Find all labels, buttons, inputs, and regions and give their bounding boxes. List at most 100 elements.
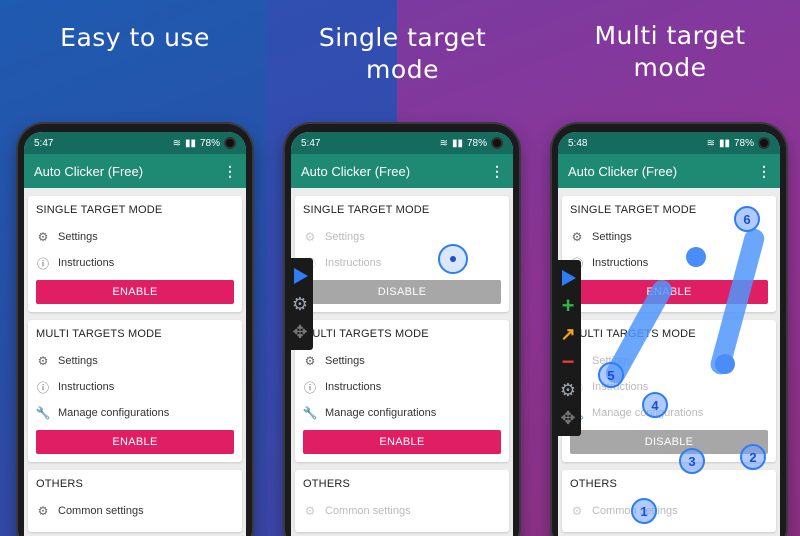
settings-row[interactable]: ⚙ Settings — [36, 224, 234, 250]
wifi-icon: ≋ — [706, 137, 715, 149]
remove-target-button[interactable]: − — [555, 348, 581, 376]
common-settings-row[interactable]: ⚙ Common settings — [570, 498, 768, 524]
status-bar: 5:48 ≋ ▮▮ 78% — [558, 132, 780, 154]
click-target[interactable]: 1 — [631, 498, 657, 524]
click-target[interactable]: 6 — [734, 206, 760, 232]
card-title: OTHERS — [36, 478, 84, 490]
disable-button[interactable]: DISABLE — [570, 430, 768, 454]
status-bar: 5:47 ≋ ▮▮ 78% — [291, 132, 513, 154]
click-target[interactable] — [438, 244, 468, 274]
click-target[interactable]: 4 — [642, 392, 668, 418]
enable-button[interactable]: ENABLE — [36, 430, 234, 454]
overflow-menu-icon[interactable]: ⋮ — [757, 163, 771, 180]
caption-easy-to-use: Easy to use — [20, 22, 250, 54]
floating-control-bar: ⚙ ✥ — [287, 258, 313, 350]
gear-icon: ⚙ — [571, 504, 583, 518]
settings-row[interactable]: ⚙ Settings — [303, 348, 501, 374]
caption-text: mode — [366, 55, 439, 84]
row-label: Settings — [592, 231, 632, 243]
row-label: Instructions — [592, 257, 649, 269]
target-number: 6 — [743, 211, 751, 227]
row-label: Common settings — [58, 505, 144, 517]
disable-button[interactable]: DISABLE — [303, 280, 501, 304]
wrench-icon: 🔧 — [35, 406, 51, 420]
manage-configurations-row[interactable]: 🔧 Manage configurations — [36, 400, 234, 426]
caption-text: Multi target — [594, 21, 746, 50]
signal-icon: ▮▮ — [718, 137, 730, 149]
play-button[interactable] — [555, 264, 581, 292]
common-settings-row[interactable]: ⚙ Common settings — [36, 498, 234, 524]
overflow-menu-icon[interactable]: ⋮ — [223, 163, 237, 180]
card-title: MULTI TARGETS MODE — [36, 328, 162, 340]
add-swipe-button[interactable]: ↗ — [555, 320, 581, 348]
caption-multi-target: Multi target mode — [555, 20, 785, 84]
gear-icon: ⚙ — [37, 504, 49, 518]
camera-icon — [224, 137, 236, 149]
wifi-icon: ≋ — [172, 137, 181, 149]
click-target[interactable]: 3 — [679, 448, 705, 474]
instructions-row[interactable]: ⓘInstructions — [36, 250, 234, 276]
move-handle[interactable]: ✥ — [287, 318, 313, 346]
enable-button[interactable]: ENABLE — [36, 280, 234, 304]
swipe-end-dot[interactable] — [686, 247, 706, 267]
row-label: Instructions — [58, 257, 115, 269]
signal-icon: ▮▮ — [451, 137, 463, 149]
multi-targets-card: MULTI TARGETS MODE ⚙ Settings ⓘ Instructio… — [28, 320, 242, 462]
gear-icon: ⚙ — [304, 354, 316, 368]
status-bar: 5:47 ≋ ▮▮ 78% — [24, 132, 246, 154]
wifi-icon: ≋ — [439, 137, 448, 149]
target-number: 2 — [749, 449, 757, 465]
camera-icon — [758, 137, 770, 149]
add-target-button[interactable]: + — [555, 292, 581, 320]
settings-row[interactable]: ⚙ Settings — [36, 348, 234, 374]
row-label: Settings — [325, 355, 365, 367]
target-number: 5 — [607, 367, 615, 383]
enable-button[interactable]: ENABLE — [303, 430, 501, 454]
phone-3: 5:48 ≋ ▮▮ 78% Auto Clicker (Free) ⋮ SING… — [552, 124, 786, 536]
gear-icon: ⚙ — [37, 354, 49, 368]
wrench-icon: 🔧 — [302, 406, 318, 420]
swipe-end-dot[interactable] — [715, 354, 735, 374]
settings-button[interactable]: ⚙ — [555, 376, 581, 404]
minus-icon: − — [561, 349, 575, 374]
play-button[interactable] — [287, 262, 313, 290]
row-label: Instructions — [325, 257, 382, 269]
settings-row[interactable]: ⚙ Settings — [303, 224, 501, 250]
gear-icon: ⚙ — [291, 293, 309, 314]
target-number: 1 — [640, 503, 648, 519]
caption-text: mode — [633, 53, 707, 82]
phone-1: 5:47 ≋ ▮▮ 78% Auto Clicker (Free) ⋮ SING… — [18, 124, 252, 536]
gear-icon: ⚙ — [559, 379, 577, 400]
common-settings-row[interactable]: ⚙ Common settings — [303, 498, 501, 524]
status-time: 5:47 — [34, 137, 54, 149]
manage-configurations-row[interactable]: 🔧Manage configurations — [570, 400, 768, 426]
click-target[interactable]: 2 — [740, 444, 766, 470]
single-target-card: SINGLE TARGET MODE ⚙ Settings ⓘInstructio… — [28, 196, 242, 312]
card-title: SINGLE TARGET MODE — [36, 204, 163, 216]
single-target-card: SINGLE TARGET MODE ⚙Settings ⓘInstructio… — [295, 196, 509, 312]
manage-configurations-row[interactable]: 🔧Manage configurations — [303, 400, 501, 426]
target-number: 4 — [651, 397, 659, 413]
status-time: 5:48 — [568, 137, 588, 149]
signal-icon: ▮▮ — [184, 137, 196, 149]
move-handle[interactable]: ✥ — [555, 404, 581, 432]
row-label: Common settings — [325, 505, 411, 517]
row-label: Settings — [58, 355, 98, 367]
row-label: Settings — [58, 231, 98, 243]
app-title: Auto Clicker (Free) — [34, 163, 144, 179]
phone-screen: 5:47 ≋ ▮▮ 78% Auto Clicker (Free) ⋮ SING… — [24, 132, 246, 536]
instructions-row[interactable]: ⓘInstructions — [36, 374, 234, 400]
settings-button[interactable]: ⚙ — [287, 290, 313, 318]
instructions-row[interactable]: ⓘInstructions — [303, 374, 501, 400]
play-icon — [294, 268, 308, 284]
click-target[interactable]: 5 — [598, 362, 624, 388]
gear-icon: ⚙ — [37, 230, 49, 244]
multi-targets-card: MULTI TARGETS MODE ⚙ Settings ⓘ Instructio… — [295, 320, 509, 462]
gear-icon: ⚙ — [571, 230, 583, 244]
row-label: Settings — [325, 231, 365, 243]
overflow-menu-icon[interactable]: ⋮ — [490, 163, 504, 180]
instructions-row[interactable]: ⓘInstructions — [303, 250, 501, 276]
card-title: OTHERS — [303, 478, 351, 490]
phone-screen: 5:47 ≋ ▮▮ 78% Auto Clicker (Free) ⋮ SING… — [291, 132, 513, 536]
row-label: Manage configurations — [58, 407, 170, 419]
